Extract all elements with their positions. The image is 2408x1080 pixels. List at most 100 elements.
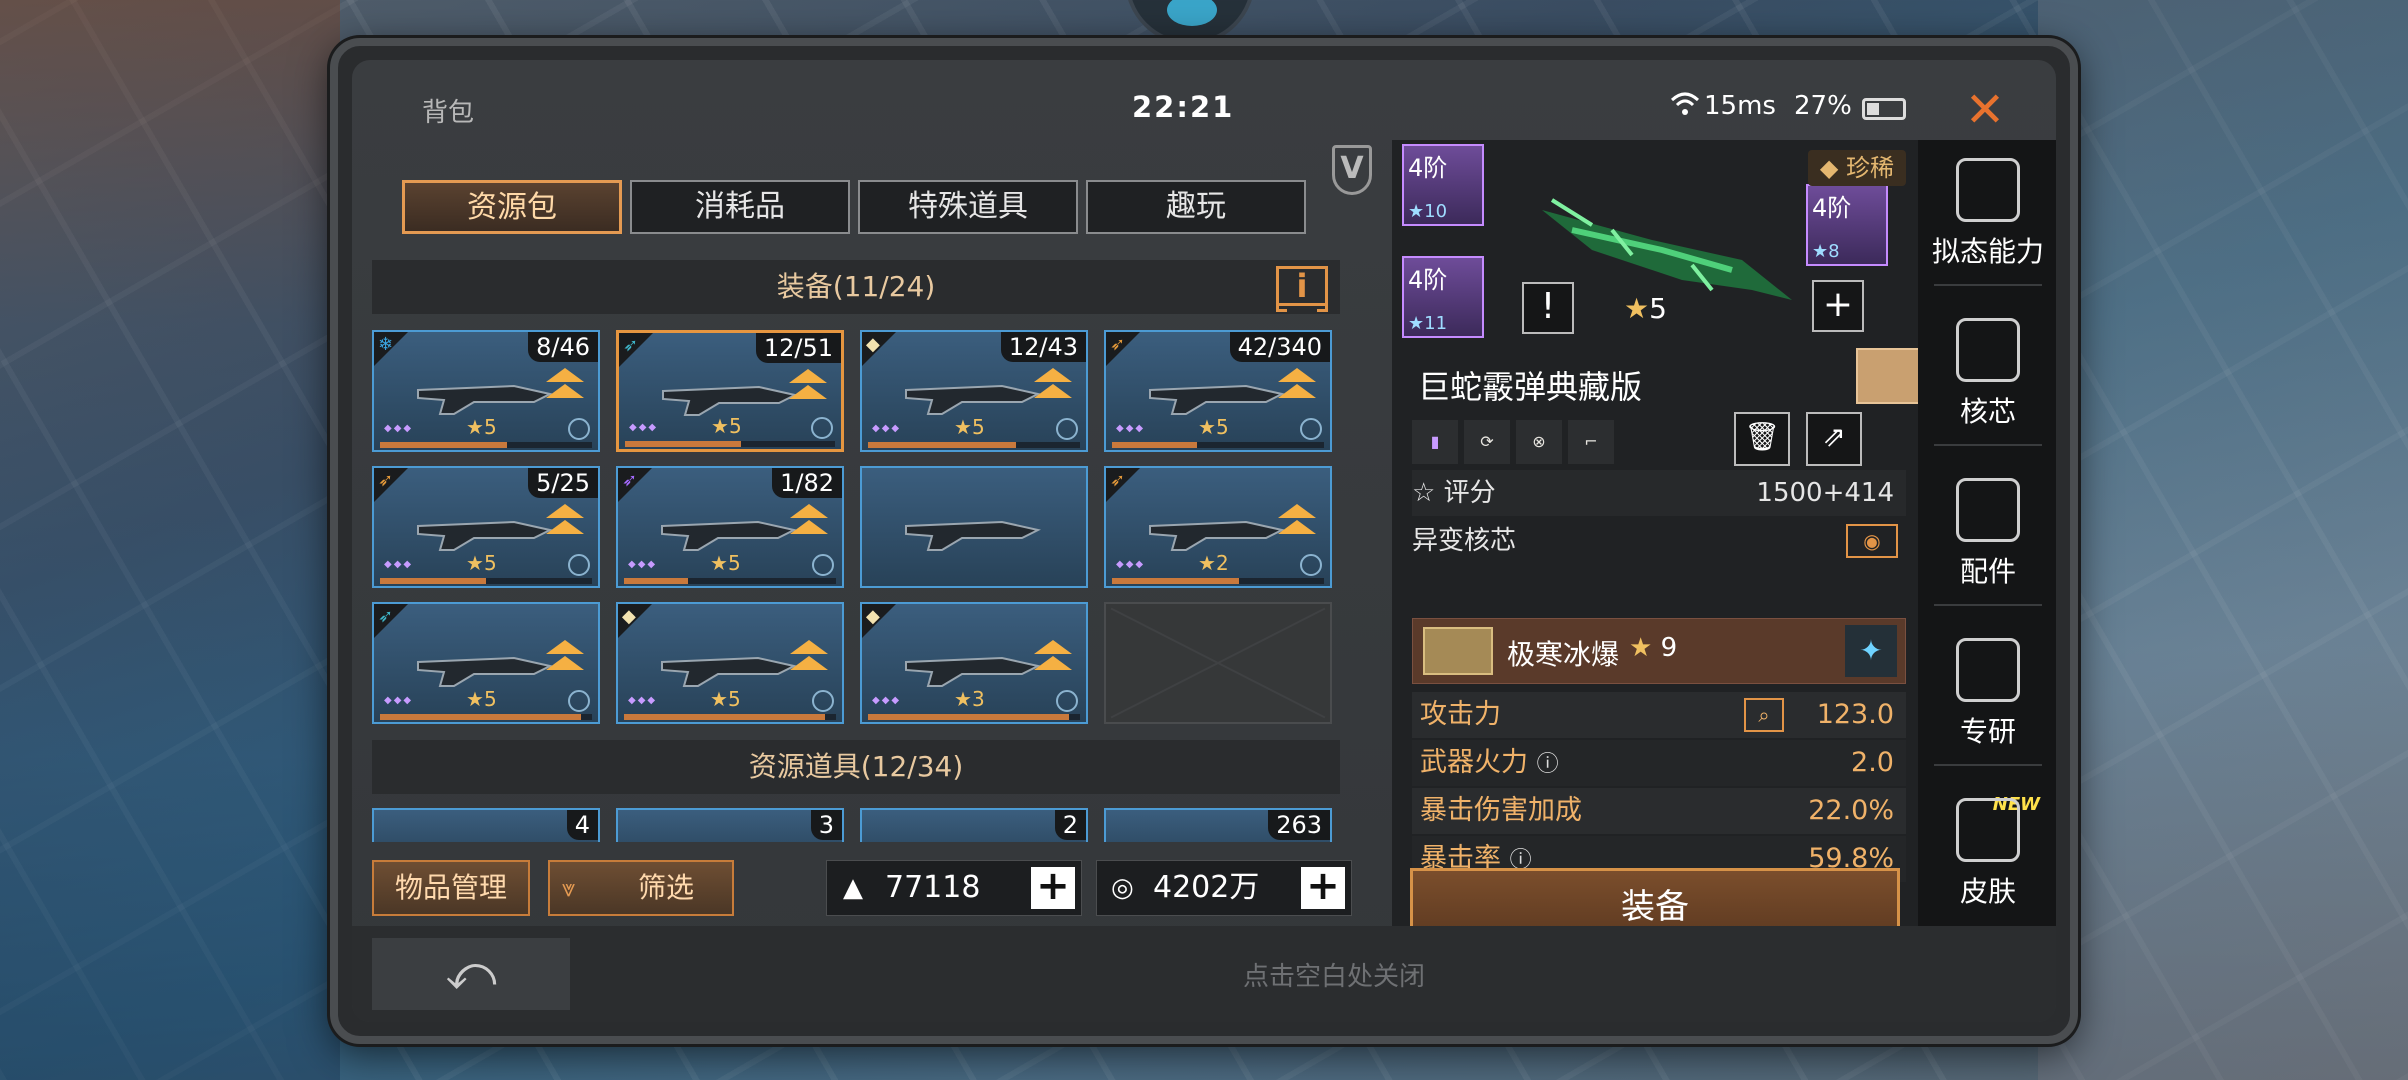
resource-section-title: 资源道具(12/34) — [748, 750, 964, 783]
weapon-thumbnail — [417, 656, 553, 687]
weapon-type-icons: ▮ ⟳ ⊗ ⌐ — [1412, 420, 1614, 464]
lock-circle-icon — [1056, 690, 1078, 712]
magnify-icon[interactable]: ⌕ — [1744, 698, 1784, 732]
cloud-icon[interactable] — [1856, 348, 1924, 404]
tab-resource-pack[interactable]: 资源包 — [402, 180, 622, 234]
core-level: ★ 9 — [1629, 633, 1678, 663]
tier-slot[interactable]: 4阶 ★8 — [1806, 184, 1888, 266]
eye-icon[interactable]: ◉ — [1846, 524, 1898, 558]
share-icon[interactable]: ⇗ — [1806, 412, 1862, 466]
empty-slot — [1104, 602, 1332, 724]
equipment-slot[interactable]: ➶ 5/25 ◆◆◆ ★5 — [372, 466, 600, 588]
item-count: 12/51 — [755, 333, 841, 363]
vip-badge-icon[interactable]: V — [1332, 145, 1372, 195]
add-attachment-button[interactable]: + — [1812, 280, 1864, 332]
resource-slot[interactable]: 4 — [372, 808, 600, 842]
side-item-label: 拟态能力 — [1931, 235, 2044, 268]
equipment-slot[interactable]: ◆ ◆◆◆ ★5 — [616, 602, 844, 724]
rarity-badge: ◆ 珍稀 — [1807, 150, 1906, 186]
lock-circle-icon — [1300, 418, 1322, 440]
tier-slot[interactable]: 4阶 ★10 — [1402, 144, 1484, 226]
rank-icon: ❄ — [378, 334, 394, 355]
tab-fun[interactable]: 趣玩 — [1086, 180, 1306, 234]
mimic-icon — [1956, 158, 2020, 222]
add-gold-button[interactable]: + — [1031, 866, 1075, 909]
upgrade-chevron-icon — [1034, 640, 1072, 680]
item-count: 5/25 — [528, 468, 598, 498]
quality-dots: ◆◆◆ — [384, 695, 414, 706]
side-item-skin[interactable]: NEW 皮肤 — [1918, 794, 2056, 910]
tab-consumables[interactable]: 消耗品 — [630, 180, 850, 234]
equipment-slot[interactable] — [860, 466, 1088, 588]
category-tabs: 资源包 消耗品 特殊道具 趣玩 — [402, 180, 1306, 234]
resource-slot[interactable]: 263 — [1104, 808, 1332, 842]
core-card[interactable]: 极寒冰爆 ★ 9 ✦ — [1412, 618, 1906, 684]
close-hint[interactable]: 点击空白处关闭 — [352, 956, 2056, 993]
rank-icon: ➶ — [378, 470, 394, 491]
tier-label: 4阶 — [1408, 154, 1448, 182]
side-item-research[interactable]: 专研 — [1918, 638, 2056, 766]
side-item-mimic[interactable]: 拟态能力 — [1918, 158, 2056, 286]
progress-bar — [380, 578, 592, 584]
gold-amount: 77118 — [885, 870, 981, 905]
quality-dots: ◆◆◆ — [872, 695, 902, 706]
equipment-slot[interactable]: ➶ 42/340 ◆◆◆ ★5 — [1104, 330, 1332, 452]
alert-button[interactable]: ! — [1522, 282, 1574, 334]
equipment-slot[interactable]: ➶ 1/82 ◆◆◆ ★5 — [616, 466, 844, 588]
equipment-slot[interactable]: ➶ ◆◆◆ ★5 — [372, 602, 600, 724]
info-icon[interactable]: i — [1276, 266, 1328, 312]
upgrade-chevron-icon — [790, 504, 828, 544]
score-value: 1500+414 — [1756, 478, 1894, 508]
lock-circle-icon — [1300, 554, 1322, 576]
weapon-thumbnail — [905, 384, 1041, 415]
item-count: 42/340 — [1229, 332, 1330, 362]
tier-stars: ★11 — [1408, 313, 1448, 334]
tab-special-items[interactable]: 特殊道具 — [858, 180, 1078, 234]
side-item-core[interactable]: 核芯 — [1918, 318, 2056, 446]
weapon-thumbnail — [905, 520, 1041, 551]
stat-row: 暴击伤害加成 22.0% — [1412, 788, 1906, 834]
ammo-icon: ▮ — [1412, 420, 1458, 464]
equipment-slot[interactable]: ➶ ◆◆◆ ★2 — [1104, 466, 1332, 588]
rank-icon: ➶ — [378, 606, 394, 627]
window-title: 背包 — [422, 98, 475, 128]
core-label: 异变核芯 — [1412, 526, 1517, 556]
close-button[interactable]: ✕ — [1957, 82, 2013, 138]
core-icon — [1956, 318, 2020, 382]
stat-row: 攻击力 ⌕ 123.0 — [1412, 692, 1906, 738]
item-level: ★5 — [710, 687, 741, 711]
side-item-attachment[interactable]: 配件 — [1918, 478, 2056, 606]
resource-slot[interactable]: 2 — [860, 808, 1088, 842]
side-item-label: 配件 — [1959, 555, 2016, 588]
lock-circle-icon — [812, 690, 834, 712]
equipment-slot[interactable]: ◆ 12/43 ◆◆◆ ★5 — [860, 330, 1088, 452]
filter-button[interactable]: ⩔ 筛选 — [548, 860, 734, 916]
ping-text: 15ms — [1704, 91, 1776, 121]
info-circle-icon[interactable]: ⓘ — [1537, 752, 1559, 777]
tier-slot[interactable]: 4阶 ★11 — [1402, 256, 1484, 338]
divider — [1934, 604, 2042, 606]
quality-dots: ◆◆◆ — [872, 423, 902, 434]
stat-value: 2.0 — [1851, 747, 1894, 778]
stat-value: 22.0% — [1808, 795, 1894, 826]
equipment-slot[interactable]: ➶ 12/51 ◆◆◆ ★5 — [616, 330, 844, 452]
equipment-slot[interactable]: ◆ ◆◆◆ ★3 — [860, 602, 1088, 724]
gold-icon: ▲ — [843, 873, 863, 903]
background-right — [2038, 0, 2408, 1080]
add-coin-button[interactable]: + — [1301, 866, 1345, 909]
equipment-slot[interactable]: ❄ 8/46 ◆◆◆ ★5 — [372, 330, 600, 452]
progress-bar — [624, 578, 836, 584]
lock-circle-icon — [568, 690, 590, 712]
item-level: ★5 — [466, 687, 497, 711]
coin-currency: ◎ 4202万 + — [1096, 860, 1352, 916]
item-manage-button[interactable]: 物品管理 — [372, 860, 530, 916]
resource-slot[interactable]: 3 — [616, 808, 844, 842]
delete-icon[interactable]: 🗑 — [1734, 412, 1790, 466]
item-count: 1/82 — [772, 468, 842, 498]
battery-text: 27% — [1794, 91, 1852, 121]
rank-icon: ➶ — [1110, 470, 1126, 491]
item-count: 4 — [566, 810, 598, 840]
stat-label: 攻击力 — [1420, 699, 1501, 730]
quality-dots: ◆◆◆ — [1116, 559, 1146, 570]
coin-icon: ◎ — [1111, 873, 1134, 903]
